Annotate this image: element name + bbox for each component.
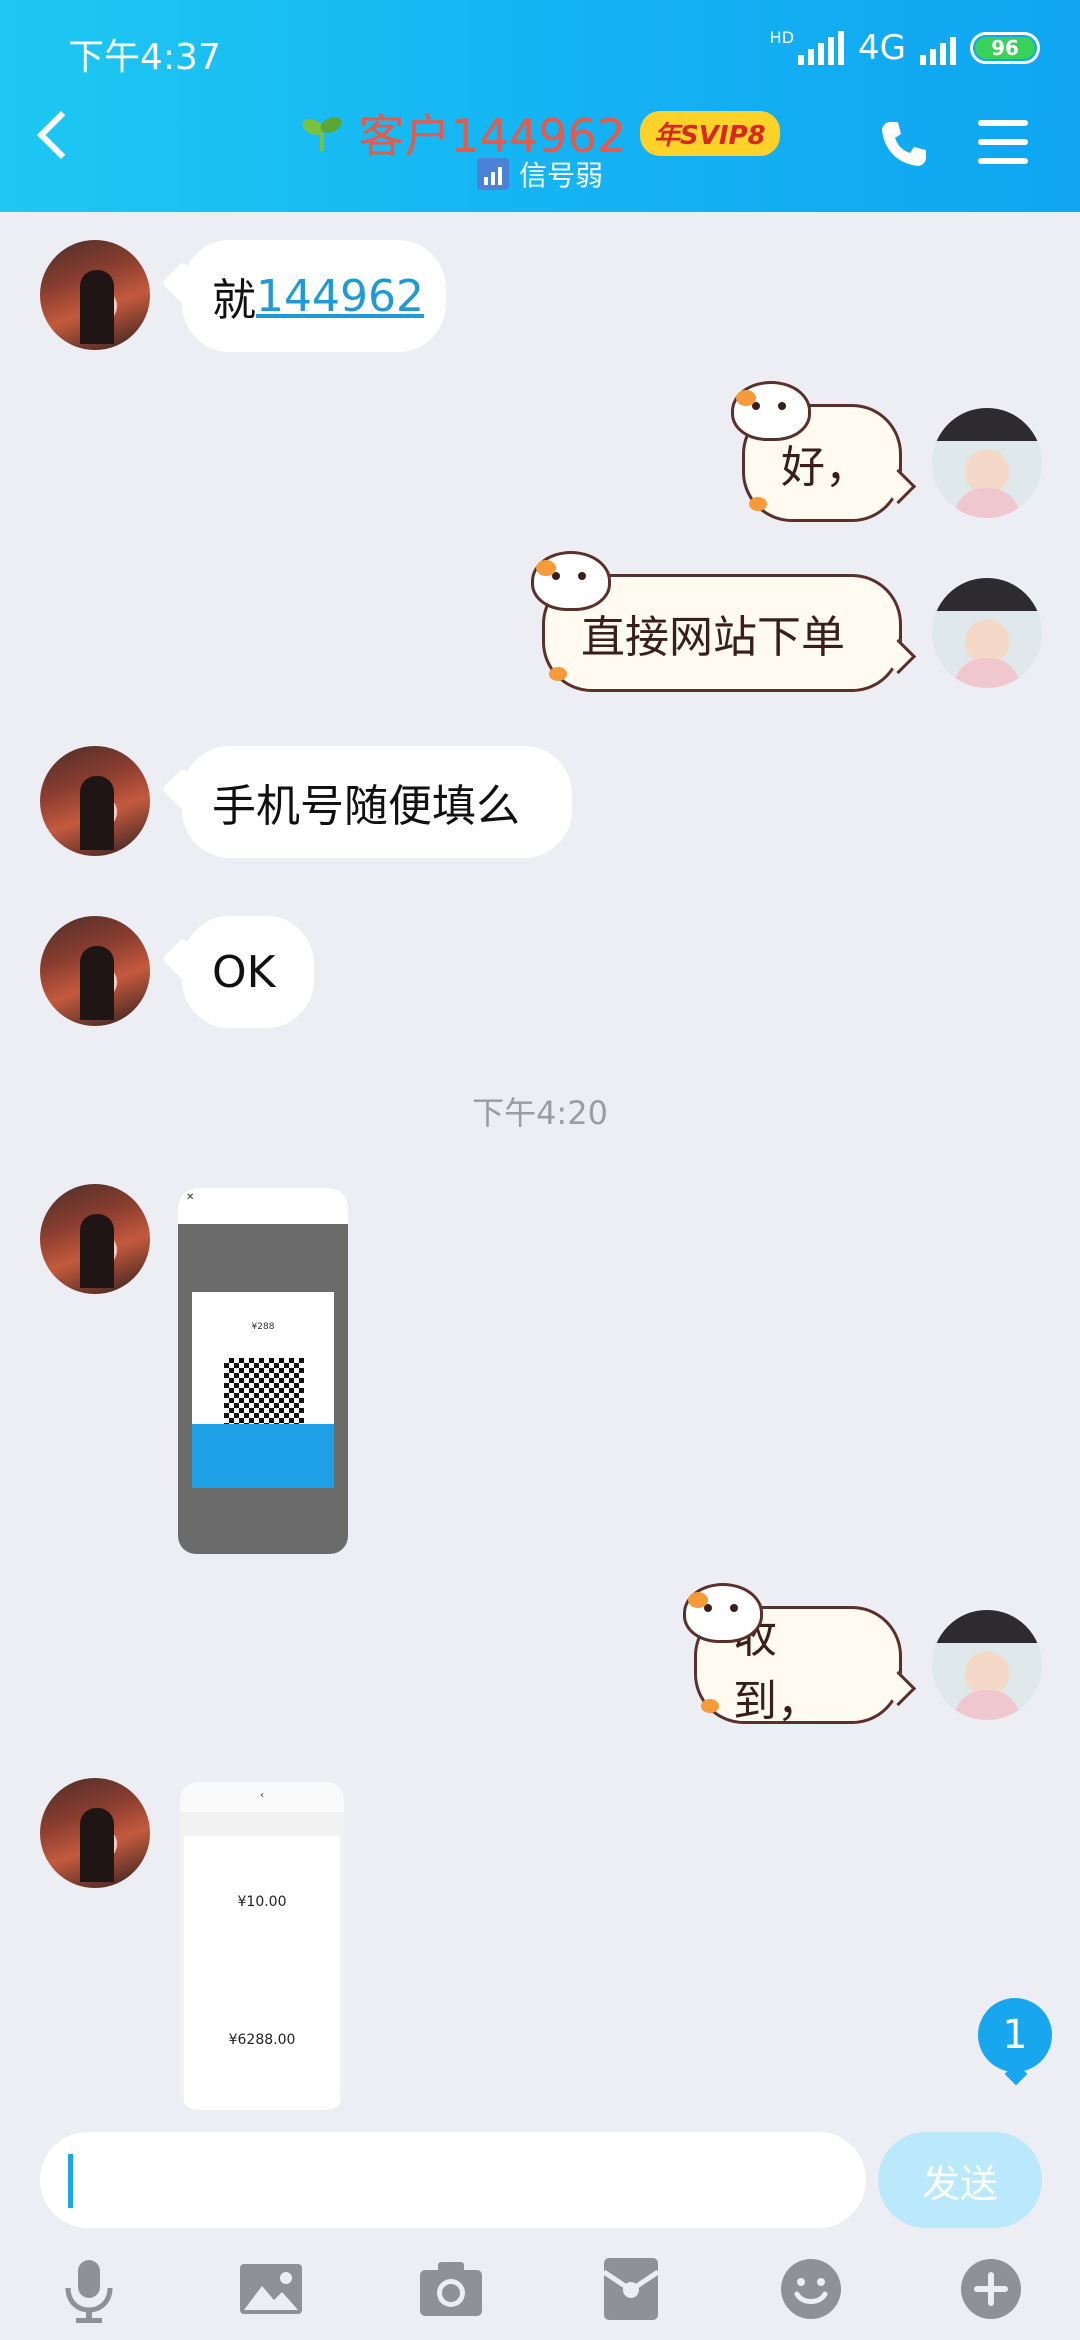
message-text: 就 <box>212 275 256 326</box>
red-packet-icon[interactable] <box>596 2254 666 2324</box>
chat-timestamp: 下午4:20 <box>472 1094 608 1132</box>
bubble-decoration <box>701 1699 719 1713</box>
hd-label: HD <box>769 28 795 47</box>
image-icon[interactable] <box>236 2254 306 2324</box>
bubble-decoration <box>549 667 567 681</box>
weak-signal-icon <box>476 158 509 190</box>
contact-avatar[interactable] <box>40 1778 150 1888</box>
hamster-sticker-icon <box>683 1583 763 1643</box>
hamster-sticker-icon <box>731 381 811 441</box>
qr-footer <box>192 1424 334 1488</box>
status-time: 下午4:37 <box>68 37 221 78</box>
signal-icon <box>798 31 845 65</box>
chat-header: 下午4:37 HD 4G 96 客户144962 年SVIP8 信号弱 <box>0 0 1080 212</box>
my-avatar[interactable] <box>932 1610 1042 1720</box>
emoji-icon[interactable] <box>776 2254 846 2324</box>
receipt-header: ‹ <box>180 1782 344 1812</box>
hamster-sticker-icon <box>531 551 611 611</box>
battery-level: 96 <box>975 36 1035 60</box>
input-toolbar <box>0 2240 1080 2340</box>
phone-icon[interactable] <box>876 116 932 172</box>
camera-icon[interactable] <box>416 2254 486 2324</box>
contact-avatar[interactable] <box>40 240 150 350</box>
phone-number-link[interactable]: 144962 <box>256 271 424 322</box>
message-input[interactable] <box>40 2132 866 2228</box>
message-text: 手机号随便填么 <box>212 781 520 832</box>
message-bubble[interactable]: OK <box>182 916 314 1028</box>
receipt-amount-2: ¥6288.00 <box>228 2032 296 2048</box>
sprout-icon <box>302 117 342 151</box>
signal-icon-2 <box>920 31 956 65</box>
send-button[interactable]: 发送 <box>878 2132 1042 2228</box>
my-avatar[interactable] <box>932 578 1042 688</box>
my-avatar[interactable] <box>932 408 1042 518</box>
battery-icon: 96 <box>970 32 1040 64</box>
svip-badge[interactable]: 年SVIP8 <box>639 110 780 156</box>
status-text: 信号弱 <box>518 159 603 192</box>
bubble-decoration <box>749 497 767 511</box>
screenshot-header: ✕ <box>178 1188 348 1224</box>
status-indicators: HD 4G 96 <box>770 28 1040 68</box>
network-label: 4G <box>858 28 906 68</box>
payment-qr-screenshot[interactable]: ✕ ¥288 <box>178 1188 348 1554</box>
contact-avatar[interactable] <box>40 746 150 856</box>
contact-avatar[interactable] <box>40 1184 150 1294</box>
receipt-panel-1: ¥10.00 <box>184 1836 340 1986</box>
message-text: 好， <box>781 442 869 493</box>
message-bubble[interactable]: 手机号随便填么 <box>182 746 572 858</box>
message-text: OK <box>212 946 276 998</box>
message-text: 直接网站下单 <box>581 612 845 663</box>
receipt-amount-1: ¥10.00 <box>237 1894 287 1910</box>
qr-amount: ¥288 <box>251 1322 275 1332</box>
message-bubble[interactable]: 就 144962 <box>182 240 446 352</box>
microphone-icon[interactable] <box>54 2254 124 2324</box>
sticker-bubble[interactable]: 直接网站下单 <box>531 551 902 692</box>
payment-receipt-screenshot[interactable]: ‹ ¥10.00 ¥6288.00 <box>180 1782 344 2110</box>
sticker-bubble[interactable]: 好， <box>731 381 902 522</box>
unread-badge[interactable]: 1 <box>978 1998 1052 2072</box>
plus-icon[interactable] <box>956 2254 1026 2324</box>
sticker-bubble[interactable]: 收到， <box>683 1583 902 1727</box>
menu-icon[interactable] <box>978 120 1028 164</box>
qr-card: ¥288 <box>192 1292 334 1488</box>
text-cursor <box>68 2154 73 2208</box>
contact-avatar[interactable] <box>40 916 150 1026</box>
receipt-panel-2: ¥6288.00 <box>184 1986 340 2110</box>
